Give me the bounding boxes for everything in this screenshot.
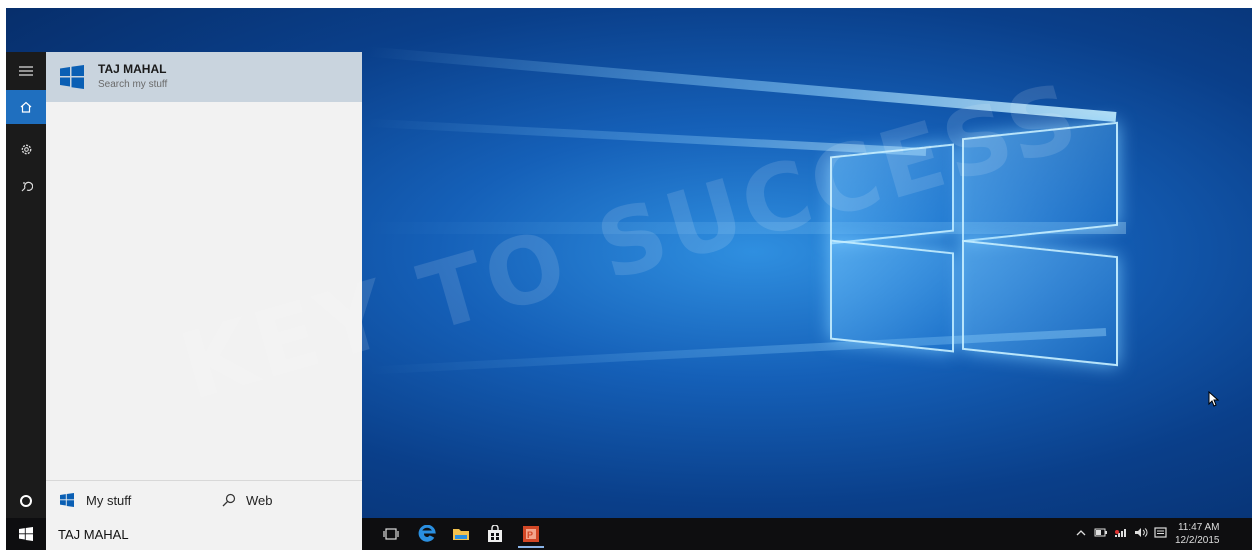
search-scope-bar: My stuff Web (46, 480, 362, 519)
result-subtitle: Search my stuff (98, 79, 168, 90)
notebook-button[interactable] (6, 132, 46, 166)
powerpoint-icon: P (523, 526, 539, 542)
powerpoint-button[interactable]: P (518, 522, 544, 548)
clock[interactable]: 11:47 AM 12/2/2015 (1175, 521, 1220, 547)
network-button[interactable] (1114, 528, 1128, 541)
logo-pane (830, 143, 954, 245)
web-label: Web (246, 492, 273, 508)
windows-logo-icon (60, 65, 84, 89)
windows-start-icon (19, 527, 33, 541)
task-view-button[interactable] (378, 522, 404, 546)
menu-button[interactable] (6, 54, 46, 88)
cortana-circle-icon (20, 495, 32, 507)
battery-icon (1094, 528, 1107, 537)
edge-button[interactable] (414, 522, 440, 546)
start-button[interactable] (13, 522, 39, 546)
network-icon (1115, 528, 1126, 537)
screen: TAJ MAHAL Search my stuff My stuff Web T… (6, 8, 1252, 550)
settings-icon (21, 144, 31, 154)
edge-icon (418, 525, 436, 542)
result-title: TAJ MAHAL (98, 62, 167, 76)
logo-pane (830, 239, 954, 353)
windows-logo-icon (60, 493, 74, 507)
logo-pane (962, 239, 1118, 367)
web-button[interactable]: Web (222, 481, 352, 519)
svg-text:P: P (527, 530, 533, 540)
taskbar: P 11:47 AM 12/2/2015 (6, 518, 1252, 550)
volume-button[interactable] (1134, 527, 1148, 541)
clock-time: 11:47 AM (1177, 522, 1220, 533)
search-input[interactable] (46, 525, 350, 543)
show-hidden-icons-button[interactable] (1076, 528, 1086, 540)
feedback-icon (21, 181, 33, 191)
store-button[interactable] (482, 522, 508, 546)
home-icon (20, 101, 32, 113)
home-button[interactable] (6, 90, 46, 124)
action-center-icon (1154, 526, 1167, 538)
search-icon (222, 493, 236, 507)
my-stuff-label: My stuff (86, 492, 132, 508)
search-box[interactable] (46, 518, 362, 550)
volume-icon (1135, 528, 1148, 537)
file-explorer-button[interactable] (448, 522, 474, 546)
my-stuff-button[interactable]: My stuff (60, 481, 210, 519)
search-result-item[interactable]: TAJ MAHAL Search my stuff (46, 52, 362, 102)
action-center-button[interactable] (1154, 526, 1167, 542)
search-results-panel: TAJ MAHAL Search my stuff My stuff Web (46, 52, 362, 519)
cortana-button[interactable] (6, 484, 46, 518)
task-view-icon (383, 528, 399, 540)
feedback-button[interactable] (6, 170, 46, 204)
mouse-cursor-icon (1208, 391, 1220, 407)
light-beam (366, 118, 927, 156)
logo-pane (962, 121, 1118, 243)
light-beam (368, 46, 1117, 122)
cortana-rail (6, 52, 46, 518)
store-icon (488, 525, 502, 542)
chevron-up-icon (1076, 530, 1086, 536)
battery-button[interactable] (1094, 528, 1108, 540)
clock-date: 12/2/2015 (1175, 535, 1220, 546)
system-tray: 11:47 AM 12/2/2015 (1076, 518, 1252, 550)
file-explorer-icon (453, 529, 469, 540)
hamburger-icon (19, 66, 33, 76)
